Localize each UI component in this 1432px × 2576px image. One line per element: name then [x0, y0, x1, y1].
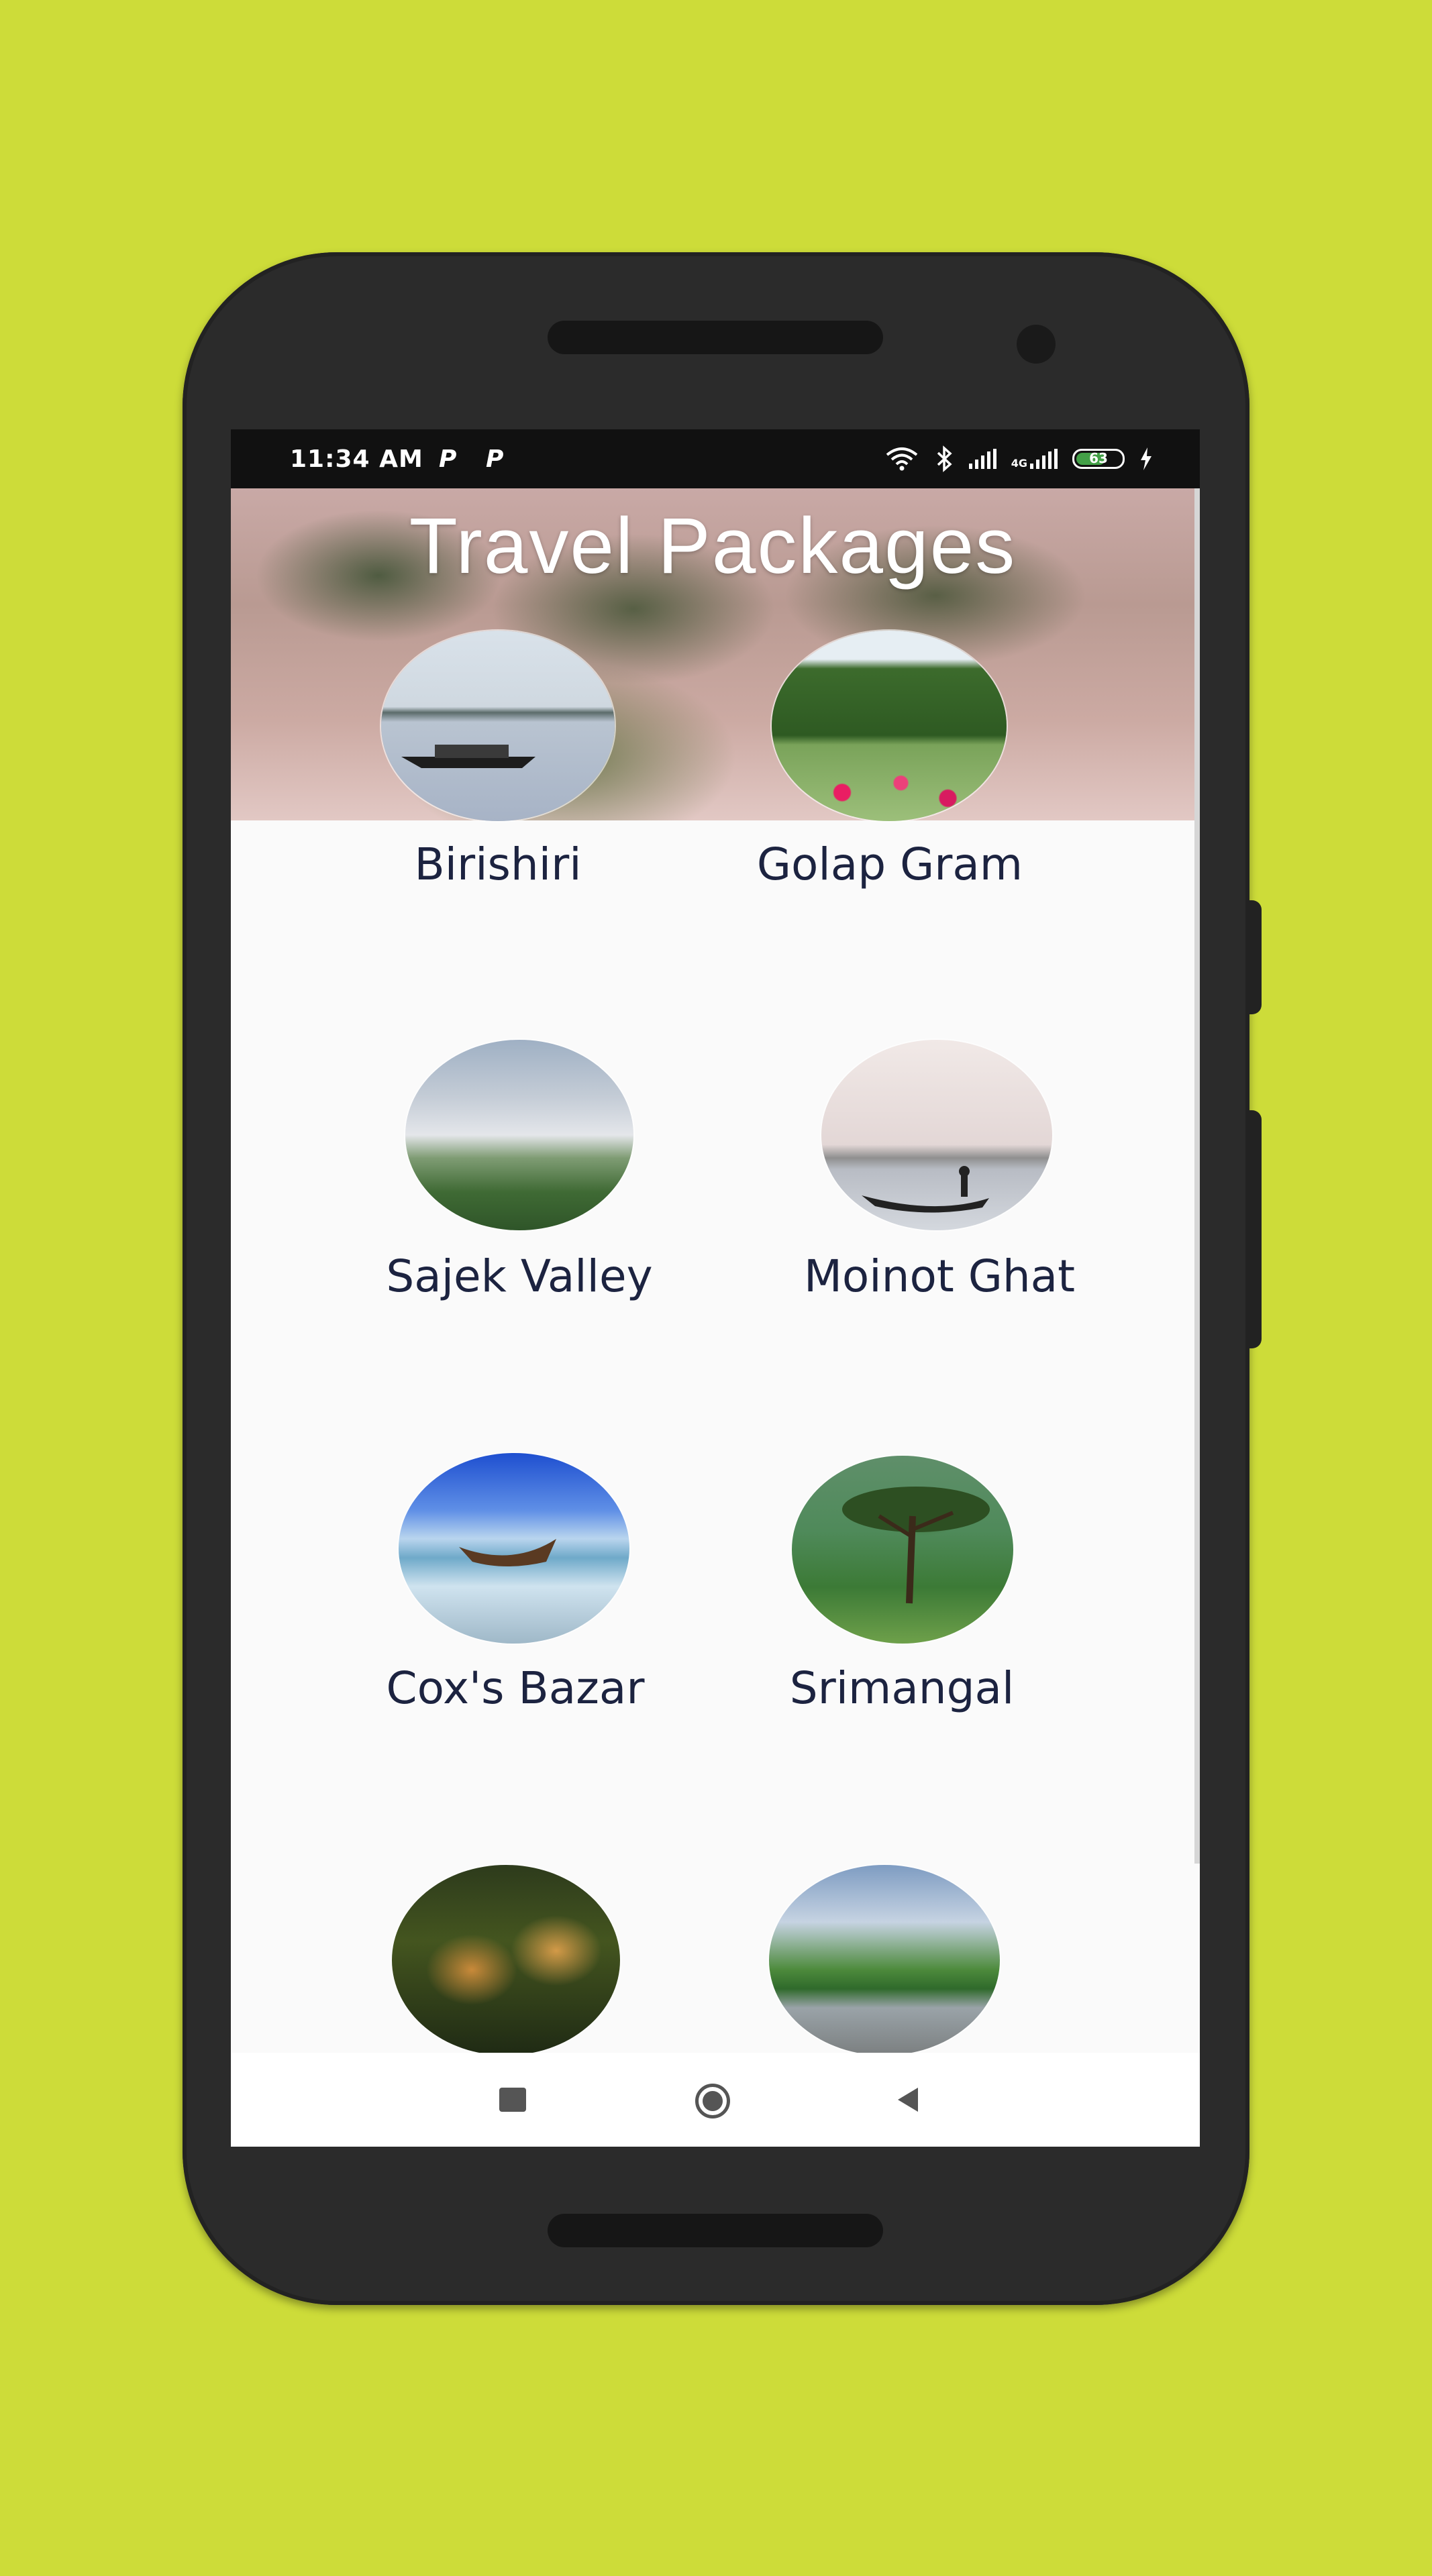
notification-p-icon: P: [486, 445, 504, 473]
package-label: Cox's Bazar: [386, 1662, 645, 1714]
page-title: Travel Packages: [409, 502, 1017, 590]
status-time: 11:34 AM: [290, 445, 423, 473]
package-label: Moinot Ghat: [803, 1250, 1076, 1302]
package-photo[interactable]: [399, 1453, 629, 1644]
package-photo[interactable]: [381, 631, 615, 821]
volume-button: [1249, 900, 1262, 1014]
boat-icon: [401, 745, 535, 768]
signal-icon: [968, 449, 996, 469]
package-photo[interactable]: [405, 1040, 633, 1230]
signal-4g-icon: 4G: [1011, 449, 1058, 469]
package-photo[interactable]: [769, 1865, 1000, 2055]
package-photo[interactable]: [792, 1456, 1013, 1644]
package-photo[interactable]: [392, 1865, 620, 2055]
tree-icon: [842, 1487, 990, 1604]
home-icon[interactable]: [695, 2084, 730, 2118]
boat-icon: [459, 1539, 556, 1566]
package-label: Sajek Valley: [386, 1250, 653, 1302]
system-nav-bar: [231, 2053, 1200, 2147]
bluetooth-icon: [937, 445, 952, 472]
status-bar: 11:34 AM P P 4G 63: [231, 429, 1200, 488]
status-icons: 4G 63: [884, 444, 1153, 474]
scrollbar[interactable]: [1194, 488, 1200, 1864]
notification-p-icon: P: [439, 445, 457, 473]
package-photo[interactable]: [772, 631, 1007, 821]
battery-level: 63: [1089, 450, 1108, 466]
wifi-icon: [886, 447, 918, 471]
charging-icon: [1141, 447, 1152, 470]
battery-icon: 63: [1072, 449, 1125, 469]
package-label: Birishiri: [414, 839, 582, 890]
earpiece-speaker: [548, 321, 883, 354]
power-button: [1249, 1110, 1262, 1348]
boat-icon: [862, 1166, 989, 1213]
back-icon[interactable]: [898, 2088, 918, 2112]
bottom-speaker: [548, 2214, 883, 2247]
package-label: Golap Gram: [756, 839, 1023, 890]
package-label: Srimangal: [789, 1662, 1015, 1714]
recents-icon[interactable]: [499, 2088, 526, 2112]
header-banner: Travel Packages: [231, 488, 1194, 820]
network-type-label: 4G: [1011, 457, 1027, 470]
app-screen: 11:34 AM P P 4G 63 Travel Packages Biris…: [231, 429, 1200, 2147]
front-camera: [1017, 325, 1056, 364]
package-photo[interactable]: [821, 1040, 1052, 1230]
